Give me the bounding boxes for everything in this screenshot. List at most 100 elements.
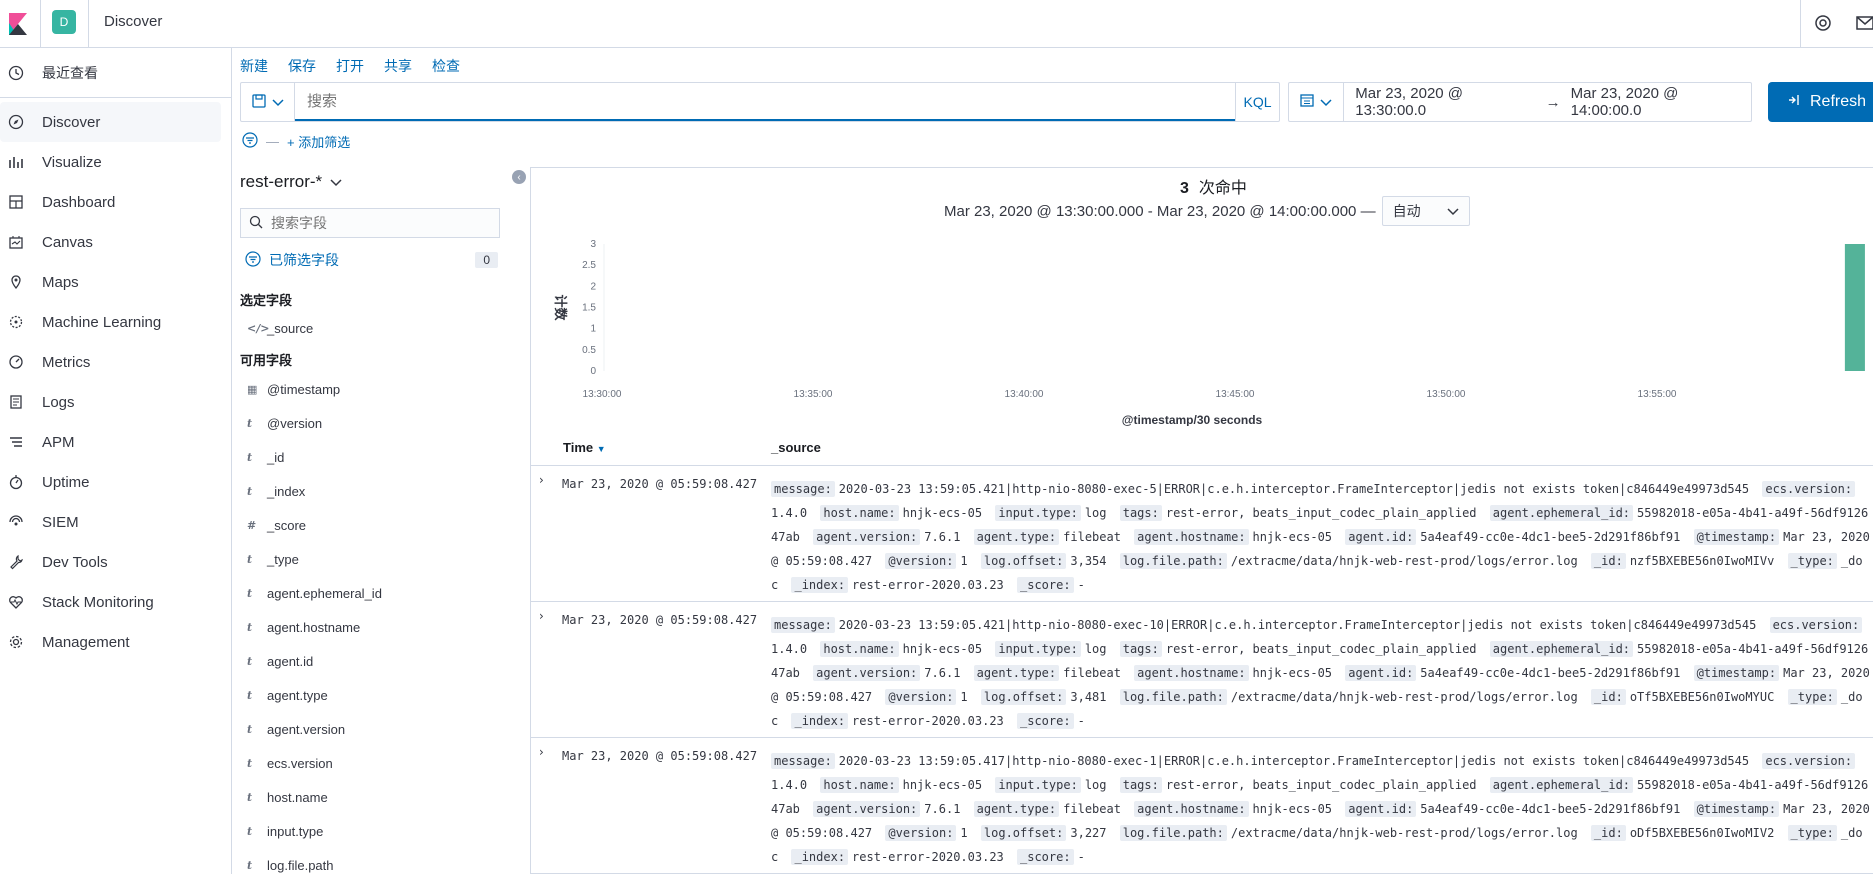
field-item[interactable]: t agent.id bbox=[247, 654, 313, 669]
field-name: agent.type bbox=[267, 688, 328, 703]
nav-item-label: Logs bbox=[42, 393, 75, 411]
refresh-button[interactable]: Refresh bbox=[1768, 82, 1873, 122]
y-tick-label: 3 bbox=[590, 239, 596, 250]
help-icon[interactable] bbox=[1812, 12, 1834, 34]
source-field-key: log.file.path: bbox=[1119, 689, 1227, 705]
source-field-key: tags: bbox=[1119, 777, 1162, 793]
field-item[interactable]: t agent.ephemeral_id bbox=[247, 586, 382, 601]
field-type-icon: </> bbox=[247, 322, 270, 335]
save-disk-icon bbox=[251, 93, 266, 111]
field-item[interactable]: t input.type bbox=[247, 824, 323, 839]
field-item[interactable]: t _type bbox=[247, 552, 299, 567]
selected-filter-count: 0 bbox=[475, 252, 498, 268]
source-field-value: 1 bbox=[960, 826, 968, 840]
bar-chart-icon bbox=[8, 154, 24, 170]
field-item[interactable]: t agent.version bbox=[247, 722, 345, 737]
source-field-value: hnjk-ecs-05 bbox=[902, 778, 983, 792]
source-field-value: 3,481 bbox=[1070, 690, 1107, 704]
field-type-icon: ▦ bbox=[247, 383, 258, 396]
nav-item-maps[interactable]: Maps bbox=[0, 262, 231, 302]
nav-item-metrics[interactable]: Metrics bbox=[0, 342, 231, 382]
interval-select[interactable]: 自动 bbox=[1381, 196, 1470, 226]
field-item[interactable]: t @version bbox=[247, 416, 322, 431]
field-type-icon: t bbox=[247, 451, 253, 464]
expand-row-icon[interactable]: › bbox=[539, 473, 544, 487]
nav-item-uptime[interactable]: Uptime bbox=[0, 462, 231, 502]
expand-row-icon[interactable]: › bbox=[539, 745, 544, 759]
source-field-key: _score: bbox=[1017, 577, 1074, 593]
mail-icon[interactable] bbox=[1856, 14, 1873, 32]
nav-item-canvas[interactable]: Canvas bbox=[0, 222, 231, 262]
source-field-key: log.file.path: bbox=[1119, 825, 1227, 841]
open-button[interactable]: 打开 bbox=[336, 56, 364, 76]
source-field-key: _id: bbox=[1590, 825, 1626, 841]
start-date[interactable]: Mar 23, 2020 @ 13:30:00.0 bbox=[1344, 85, 1535, 119]
row-time: Mar 23, 2020 @ 05:59:08.427 bbox=[562, 477, 758, 491]
nav-item-discover[interactable]: Discover bbox=[0, 102, 221, 142]
wrench-icon bbox=[8, 554, 24, 570]
search-input[interactable] bbox=[295, 83, 1235, 121]
selected-fields-filter[interactable]: 已筛选字段 0 bbox=[245, 250, 498, 270]
share-button[interactable]: 共享 bbox=[384, 56, 412, 76]
field-item[interactable]: t _id bbox=[247, 450, 284, 465]
save-button[interactable]: 保存 bbox=[288, 56, 316, 76]
nav-item-label: Visualize bbox=[42, 153, 102, 171]
field-item[interactable]: t _index bbox=[247, 484, 305, 499]
source-field-value: rest-error, beats_input_codec_plain_appl… bbox=[1165, 642, 1477, 656]
index-pattern-selector[interactable]: rest-error-* bbox=[240, 172, 342, 192]
field-type-icon: # bbox=[247, 519, 257, 532]
nav-item-dev-tools[interactable]: Dev Tools bbox=[0, 542, 231, 582]
field-item[interactable]: t ecs.version bbox=[247, 756, 333, 771]
field-item[interactable]: t log.file.path bbox=[247, 858, 334, 873]
source-field-key: agent.type: bbox=[973, 801, 1060, 817]
field-item[interactable]: ▦ @timestamp bbox=[247, 382, 340, 397]
collapse-sidebar-icon[interactable]: ‹ bbox=[512, 170, 526, 184]
new-button[interactable]: 新建 bbox=[240, 56, 268, 76]
nav-item-machine-learning[interactable]: Machine Learning bbox=[0, 302, 231, 342]
kibana-logo-icon[interactable] bbox=[4, 10, 32, 38]
nav-item-stack-monitoring[interactable]: Stack Monitoring bbox=[0, 582, 231, 622]
filter-options-icon[interactable] bbox=[242, 132, 258, 151]
source-field-key: tags: bbox=[1119, 641, 1162, 657]
field-item[interactable]: t agent.hostname bbox=[247, 620, 360, 635]
source-field-key: input.type: bbox=[995, 505, 1081, 521]
inspect-button[interactable]: 检查 bbox=[432, 56, 460, 76]
field-name: agent.hostname bbox=[267, 620, 361, 635]
field-item[interactable]: </> _source bbox=[247, 321, 313, 336]
x-tick-label: 13:50:00 bbox=[1427, 389, 1466, 400]
field-name: _type bbox=[267, 552, 299, 567]
field-item[interactable]: t agent.type bbox=[247, 688, 328, 703]
nav-item-logs[interactable]: Logs bbox=[0, 382, 231, 422]
source-field-value: log bbox=[1084, 506, 1107, 520]
source-field-key: agent.ephemeral_id: bbox=[1489, 641, 1634, 657]
filter-divider: — bbox=[266, 134, 279, 149]
col-time-header[interactable]: Time ▼ bbox=[563, 440, 606, 455]
nav-item-apm[interactable]: APM bbox=[0, 422, 231, 462]
add-filter-button[interactable]: + 添加筛选 bbox=[287, 132, 350, 151]
expand-row-icon[interactable]: › bbox=[539, 609, 544, 623]
space-avatar[interactable]: D bbox=[52, 10, 76, 34]
source-field-key: agent.id: bbox=[1345, 801, 1417, 817]
selected-fields-title: 选定字段 bbox=[240, 293, 293, 308]
field-search-input[interactable] bbox=[271, 215, 471, 231]
field-item[interactable]: # _score bbox=[247, 518, 306, 533]
saved-query-button[interactable] bbox=[241, 83, 295, 121]
query-bar: KQL bbox=[240, 82, 1280, 122]
kql-toggle[interactable]: KQL bbox=[1235, 83, 1279, 121]
chevron-down-icon bbox=[1447, 203, 1459, 219]
nav-item-siem[interactable]: SIEM bbox=[0, 502, 231, 542]
field-item[interactable]: t host.name bbox=[247, 790, 328, 805]
nav-item-visualize[interactable]: Visualize bbox=[0, 142, 231, 182]
end-date[interactable]: Mar 23, 2020 @ 14:00:00.0 bbox=[1571, 85, 1751, 119]
nav-item-label: APM bbox=[42, 433, 75, 451]
source-field-key: agent.id: bbox=[1345, 529, 1417, 545]
source-field-key: log.offset: bbox=[980, 825, 1067, 841]
nav-recently-viewed[interactable]: 最近查看 bbox=[0, 48, 231, 98]
source-field-key: _index: bbox=[791, 849, 849, 865]
nav-item-management[interactable]: Management bbox=[0, 622, 231, 662]
apm-icon bbox=[8, 434, 24, 450]
nav-item-label: Dashboard bbox=[42, 193, 116, 211]
nav-item-dashboard[interactable]: Dashboard bbox=[0, 182, 231, 222]
x-tick-label: 13:30:00 bbox=[583, 389, 622, 400]
quick-menu-button[interactable] bbox=[1289, 83, 1345, 121]
